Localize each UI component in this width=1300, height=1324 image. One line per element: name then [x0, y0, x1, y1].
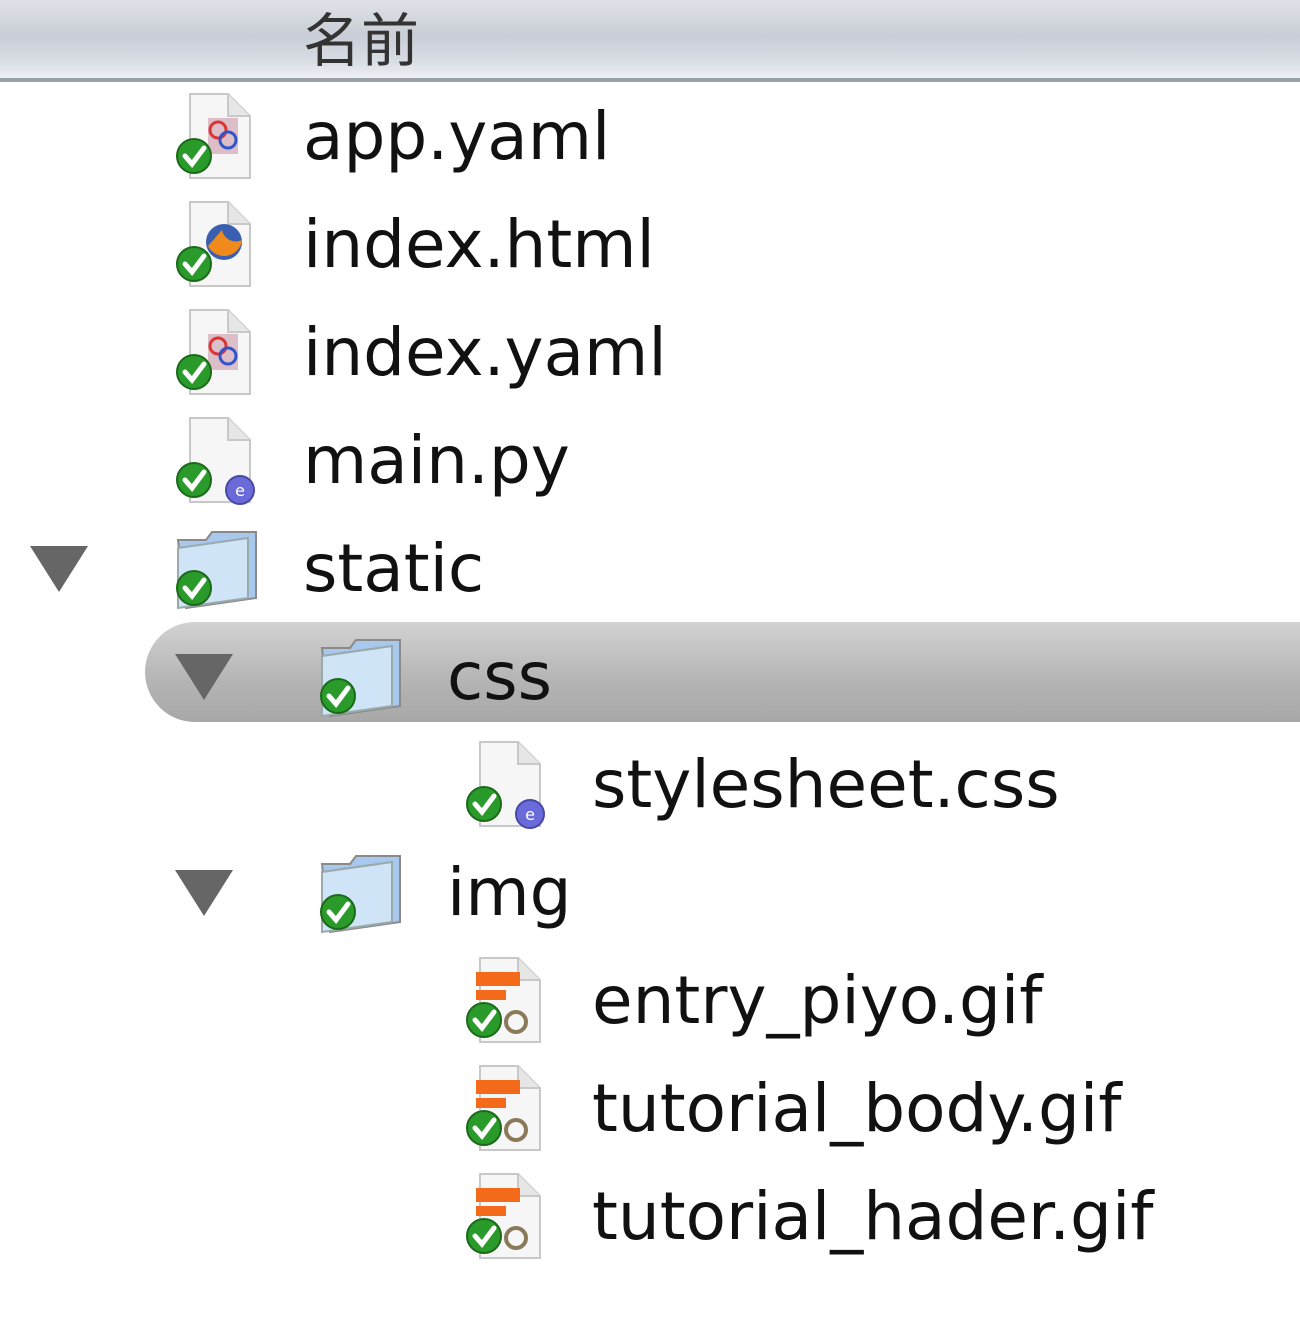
file-name: index.html: [303, 206, 655, 283]
svg-text:e: e: [235, 481, 245, 500]
file-name: index.yaml: [303, 314, 667, 391]
html-file-icon: [168, 194, 268, 294]
folder-icon: [312, 626, 412, 726]
image-file-icon: [458, 950, 558, 1050]
list-item[interactable]: tutorial_body.gif: [0, 1056, 1300, 1164]
folder-icon: [312, 842, 412, 942]
list-item[interactable]: e stylesheet.css: [0, 732, 1300, 840]
list-item[interactable]: static: [0, 516, 1300, 624]
file-name: stylesheet.css: [592, 746, 1060, 823]
yaml-file-icon: [168, 86, 268, 186]
file-name: css: [447, 638, 553, 715]
script-file-icon: e: [168, 410, 268, 510]
file-name: tutorial_hader.gif: [592, 1178, 1154, 1255]
disclosure-triangle-icon[interactable]: [175, 870, 233, 916]
file-name: main.py: [303, 422, 570, 499]
svg-text:e: e: [525, 805, 535, 824]
file-name: static: [303, 530, 485, 607]
file-name: img: [447, 854, 572, 931]
yaml-file-icon: [168, 302, 268, 402]
list-item[interactable]: index.yaml: [0, 300, 1300, 408]
list-item[interactable]: index.html: [0, 192, 1300, 300]
list-item[interactable]: e main.py: [0, 408, 1300, 516]
disclosure-triangle-icon[interactable]: [175, 654, 233, 700]
list-item[interactable]: tutorial_hader.gif: [0, 1164, 1300, 1272]
list-item[interactable]: img: [0, 840, 1300, 948]
image-file-icon: [458, 1166, 558, 1266]
column-header-name[interactable]: 名前: [0, 0, 1300, 82]
file-name: entry_piyo.gif: [592, 962, 1043, 1039]
file-name: app.yaml: [303, 98, 611, 175]
file-name: tutorial_body.gif: [592, 1070, 1122, 1147]
folder-icon: [168, 518, 268, 618]
list-item[interactable]: css: [0, 622, 1300, 732]
script-file-icon: e: [458, 734, 558, 834]
list-item[interactable]: entry_piyo.gif: [0, 948, 1300, 1056]
list-item[interactable]: app.yaml: [0, 84, 1300, 192]
disclosure-triangle-icon[interactable]: [30, 546, 88, 592]
column-header-label: 名前: [303, 7, 420, 75]
image-file-icon: [458, 1058, 558, 1158]
